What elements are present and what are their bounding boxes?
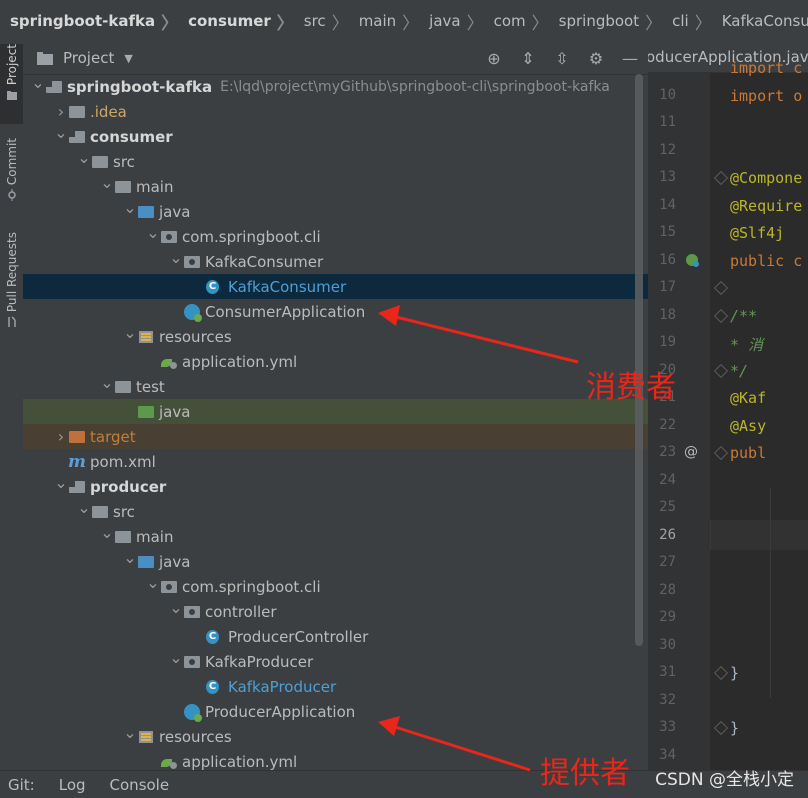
annotation-arrows	[378, 305, 579, 772]
arrow-to-producer	[378, 716, 531, 772]
annotation-producer-label: 提供者	[540, 756, 630, 791]
watermark-text: CSDN @全栈小定	[655, 770, 794, 790]
annotation-consumer-label: 消费者	[586, 370, 676, 405]
arrow-to-consumer	[378, 305, 579, 364]
